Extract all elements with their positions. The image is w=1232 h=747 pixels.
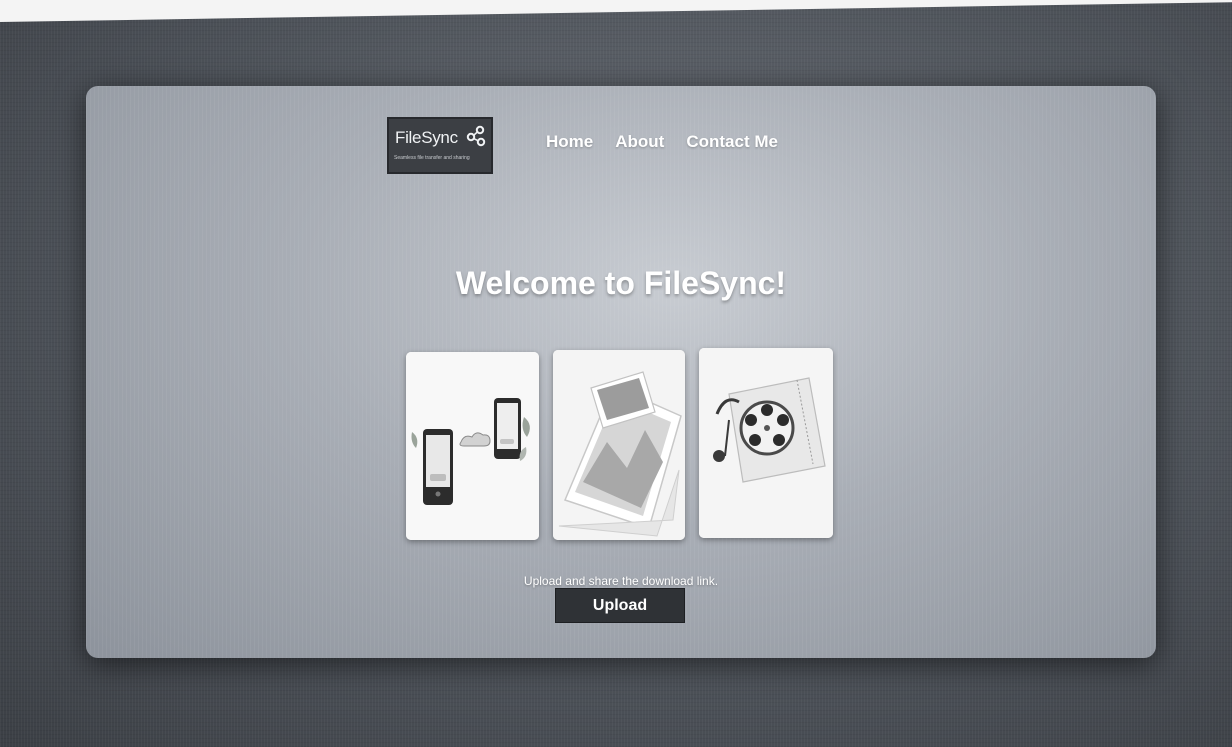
nav-home-link[interactable]: Home [546,132,593,152]
upload-button[interactable]: Upload [555,588,685,623]
navbar: FileSync Seamless file transfer and shar… [86,86,1156,196]
upload-caption: Upload and share the download link. [523,574,719,588]
logo-tagline: Seamless file transfer and sharing [394,155,470,161]
page-title: Welcome to FileSync! [455,265,787,302]
nav-contact-link[interactable]: Contact Me [686,132,778,152]
phone-transfer-illustration-icon [406,352,539,540]
feature-cards [406,348,836,540]
share-nodes-icon [465,125,487,151]
nav-links: Home About Contact Me [546,132,778,152]
photos-illustration-icon [553,350,685,540]
photo-border [0,0,1232,22]
film-reel-card [699,348,833,538]
logo[interactable]: FileSync Seamless file transfer and shar… [387,117,493,174]
browser-window: FileSync Seamless file transfer and shar… [86,86,1156,658]
phone-transfer-card [406,352,539,540]
film-reel-illustration-icon [699,348,833,538]
nav-about-link[interactable]: About [615,132,664,152]
photos-card [553,350,685,540]
logo-text: FileSync [395,128,458,147]
